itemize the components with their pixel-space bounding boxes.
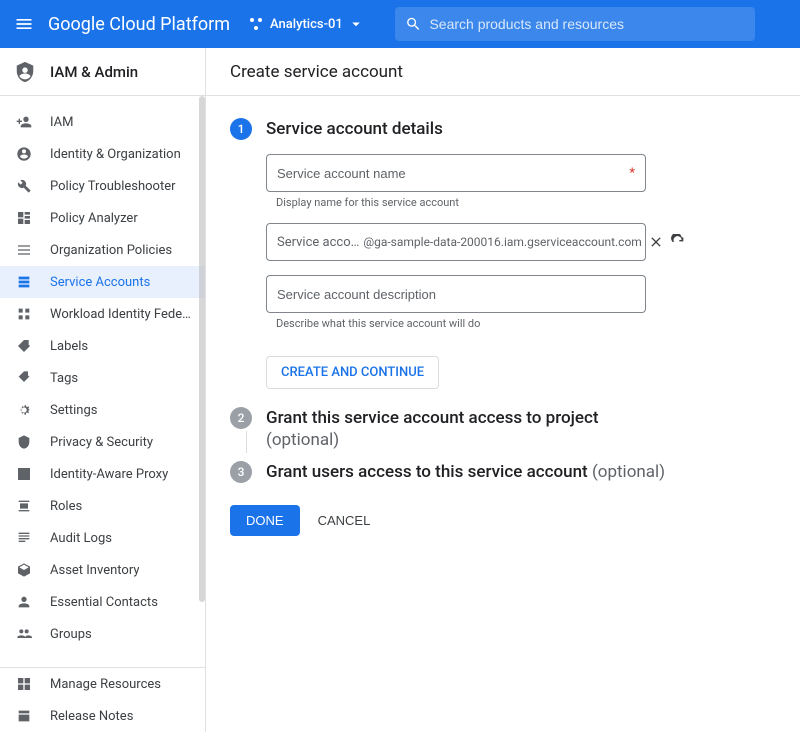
gear-icon: [14, 400, 34, 420]
sidebar-item-label: Essential Contacts: [50, 595, 158, 610]
sidebar-item-label: Asset Inventory: [50, 563, 139, 578]
refresh-id-button[interactable]: [670, 232, 686, 252]
sidebar-item-label: Roles: [50, 499, 82, 514]
service-account-desc-field[interactable]: [266, 275, 646, 313]
sidebar-item-label: Service Accounts: [50, 275, 150, 290]
sidebar-item-label: Settings: [50, 403, 97, 418]
refresh-icon: [670, 234, 686, 250]
sidebar-item-policy-troubleshooter[interactable]: Policy Troubleshooter: [0, 170, 205, 202]
service-account-name-field[interactable]: *: [266, 154, 646, 192]
sidebar-item-label: Organization Policies: [50, 243, 172, 258]
sidebar-item-identity-aware-proxy[interactable]: Identity-Aware Proxy: [0, 458, 205, 490]
person-add-icon: [14, 112, 34, 132]
service-account-icon: [14, 272, 34, 292]
cancel-button[interactable]: CANCEL: [318, 513, 371, 528]
create-continue-button[interactable]: CREATE AND CONTINUE: [266, 356, 439, 389]
sidebar-item-audit-logs[interactable]: Audit Logs: [0, 522, 205, 554]
step-2-number: 2: [230, 407, 252, 429]
sidebar-item-essential-contacts[interactable]: Essential Contacts: [0, 586, 205, 618]
step-1-title: Service account details: [266, 118, 776, 140]
logs-icon: [14, 528, 34, 548]
sidebar-item-label: Policy Analyzer: [50, 211, 138, 226]
sidebar-item-label: Policy Troubleshooter: [50, 179, 176, 194]
sidebar-item-asset-inventory[interactable]: Asset Inventory: [0, 554, 205, 586]
shield-account-icon: [14, 61, 36, 83]
project-icon: [248, 16, 264, 32]
sidebar-item-label: Manage Resources: [50, 677, 161, 692]
step-2-title: Grant this service account access to pro…: [266, 407, 776, 451]
sidebar-item-label: Audit Logs: [50, 531, 112, 546]
project-name: Analytics-01: [270, 17, 343, 32]
account-circle-icon: [14, 144, 34, 164]
hamburger-menu[interactable]: [8, 8, 40, 40]
sidebar-title: IAM & Admin: [50, 63, 138, 81]
search-icon: [405, 15, 422, 33]
step-3-number: 3: [230, 461, 252, 483]
close-icon: [648, 234, 664, 250]
sidebar-item-label: Tags: [50, 371, 78, 386]
sidebar-item-label: IAM: [50, 115, 73, 130]
id-prefix-label: Service acco…: [277, 235, 359, 250]
sidebar-item-iam[interactable]: IAM: [0, 106, 205, 138]
sidebar-item-policy-analyzer[interactable]: Policy Analyzer: [0, 202, 205, 234]
step-1-number: 1: [230, 118, 252, 140]
required-asterisk: *: [629, 166, 635, 181]
contacts-icon: [14, 592, 34, 612]
asset-icon: [14, 560, 34, 580]
sidebar-item-identity-organization[interactable]: Identity & Organization: [0, 138, 205, 170]
sidebar-item-label: Privacy & Security: [50, 435, 153, 450]
done-button[interactable]: DONE: [230, 505, 300, 536]
sidebar-footer-nav: Manage Resources Release Notes: [0, 667, 205, 732]
service-account-desc-input[interactable]: [277, 287, 635, 302]
sidebar: IAM & Admin IAM Identity & Organization Po…: [0, 48, 206, 732]
page-title: Create service account: [206, 48, 800, 96]
project-selector[interactable]: Analytics-01: [248, 15, 371, 33]
roles-icon: [14, 496, 34, 516]
proxy-icon: [14, 464, 34, 484]
wrench-icon: [14, 176, 34, 196]
sidebar-item-organization-policies[interactable]: Organization Policies: [0, 234, 205, 266]
groups-icon: [14, 624, 34, 644]
tags-icon: [14, 368, 34, 388]
analyzer-icon: [14, 208, 34, 228]
service-account-id-field[interactable]: Service acco… @ga-sample-data-200016.iam…: [266, 223, 646, 261]
sidebar-nav: IAM Identity & Organization Policy Trouble…: [0, 96, 205, 667]
sidebar-item-labels[interactable]: Labels: [0, 330, 205, 362]
list-icon: [14, 240, 34, 260]
search-box[interactable]: [395, 7, 755, 41]
sidebar-scrollbar[interactable]: [199, 96, 205, 602]
tag-icon: [14, 336, 34, 356]
sidebar-item-label: Release Notes: [50, 709, 133, 724]
sidebar-item-label: Identity-Aware Proxy: [50, 467, 168, 482]
service-account-name-input[interactable]: [277, 166, 629, 181]
main-panel: Create service account 1 Service account…: [206, 48, 800, 732]
sidebar-item-settings[interactable]: Settings: [0, 394, 205, 426]
id-domain-suffix: @ga-sample-data-200016.iam.gserviceaccou…: [363, 235, 642, 249]
sidebar-item-release-notes[interactable]: Release Notes: [0, 700, 205, 732]
chevron-down-icon: [347, 15, 365, 33]
sidebar-item-tags[interactable]: Tags: [0, 362, 205, 394]
step-3-title: Grant users access to this service accou…: [266, 461, 776, 483]
top-bar: Google Cloud Platform Analytics-01: [0, 0, 800, 48]
sidebar-item-service-accounts[interactable]: Service Accounts: [0, 266, 205, 298]
desc-hint: Describe what this service account will …: [276, 317, 646, 330]
sidebar-item-label: Groups: [50, 627, 92, 642]
sidebar-item-label: Labels: [50, 339, 88, 354]
sidebar-item-groups[interactable]: Groups: [0, 618, 205, 650]
resources-icon: [14, 674, 34, 694]
sidebar-item-roles[interactable]: Roles: [0, 490, 205, 522]
federation-icon: [14, 304, 34, 324]
sidebar-header[interactable]: IAM & Admin: [0, 48, 205, 96]
brand-label: Google Cloud Platform: [48, 14, 230, 35]
sidebar-item-label: Workload Identity Federat...: [50, 307, 191, 322]
shield-icon: [14, 432, 34, 452]
sidebar-item-workload-identity-federat[interactable]: Workload Identity Federat...: [0, 298, 205, 330]
sidebar-item-label: Identity & Organization: [50, 147, 181, 162]
sidebar-item-manage-resources[interactable]: Manage Resources: [0, 668, 205, 700]
name-hint: Display name for this service account: [276, 196, 646, 209]
clear-id-button[interactable]: [648, 232, 664, 252]
release-icon: [14, 706, 34, 726]
search-input[interactable]: [429, 16, 744, 32]
sidebar-item-privacy-security[interactable]: Privacy & Security: [0, 426, 205, 458]
